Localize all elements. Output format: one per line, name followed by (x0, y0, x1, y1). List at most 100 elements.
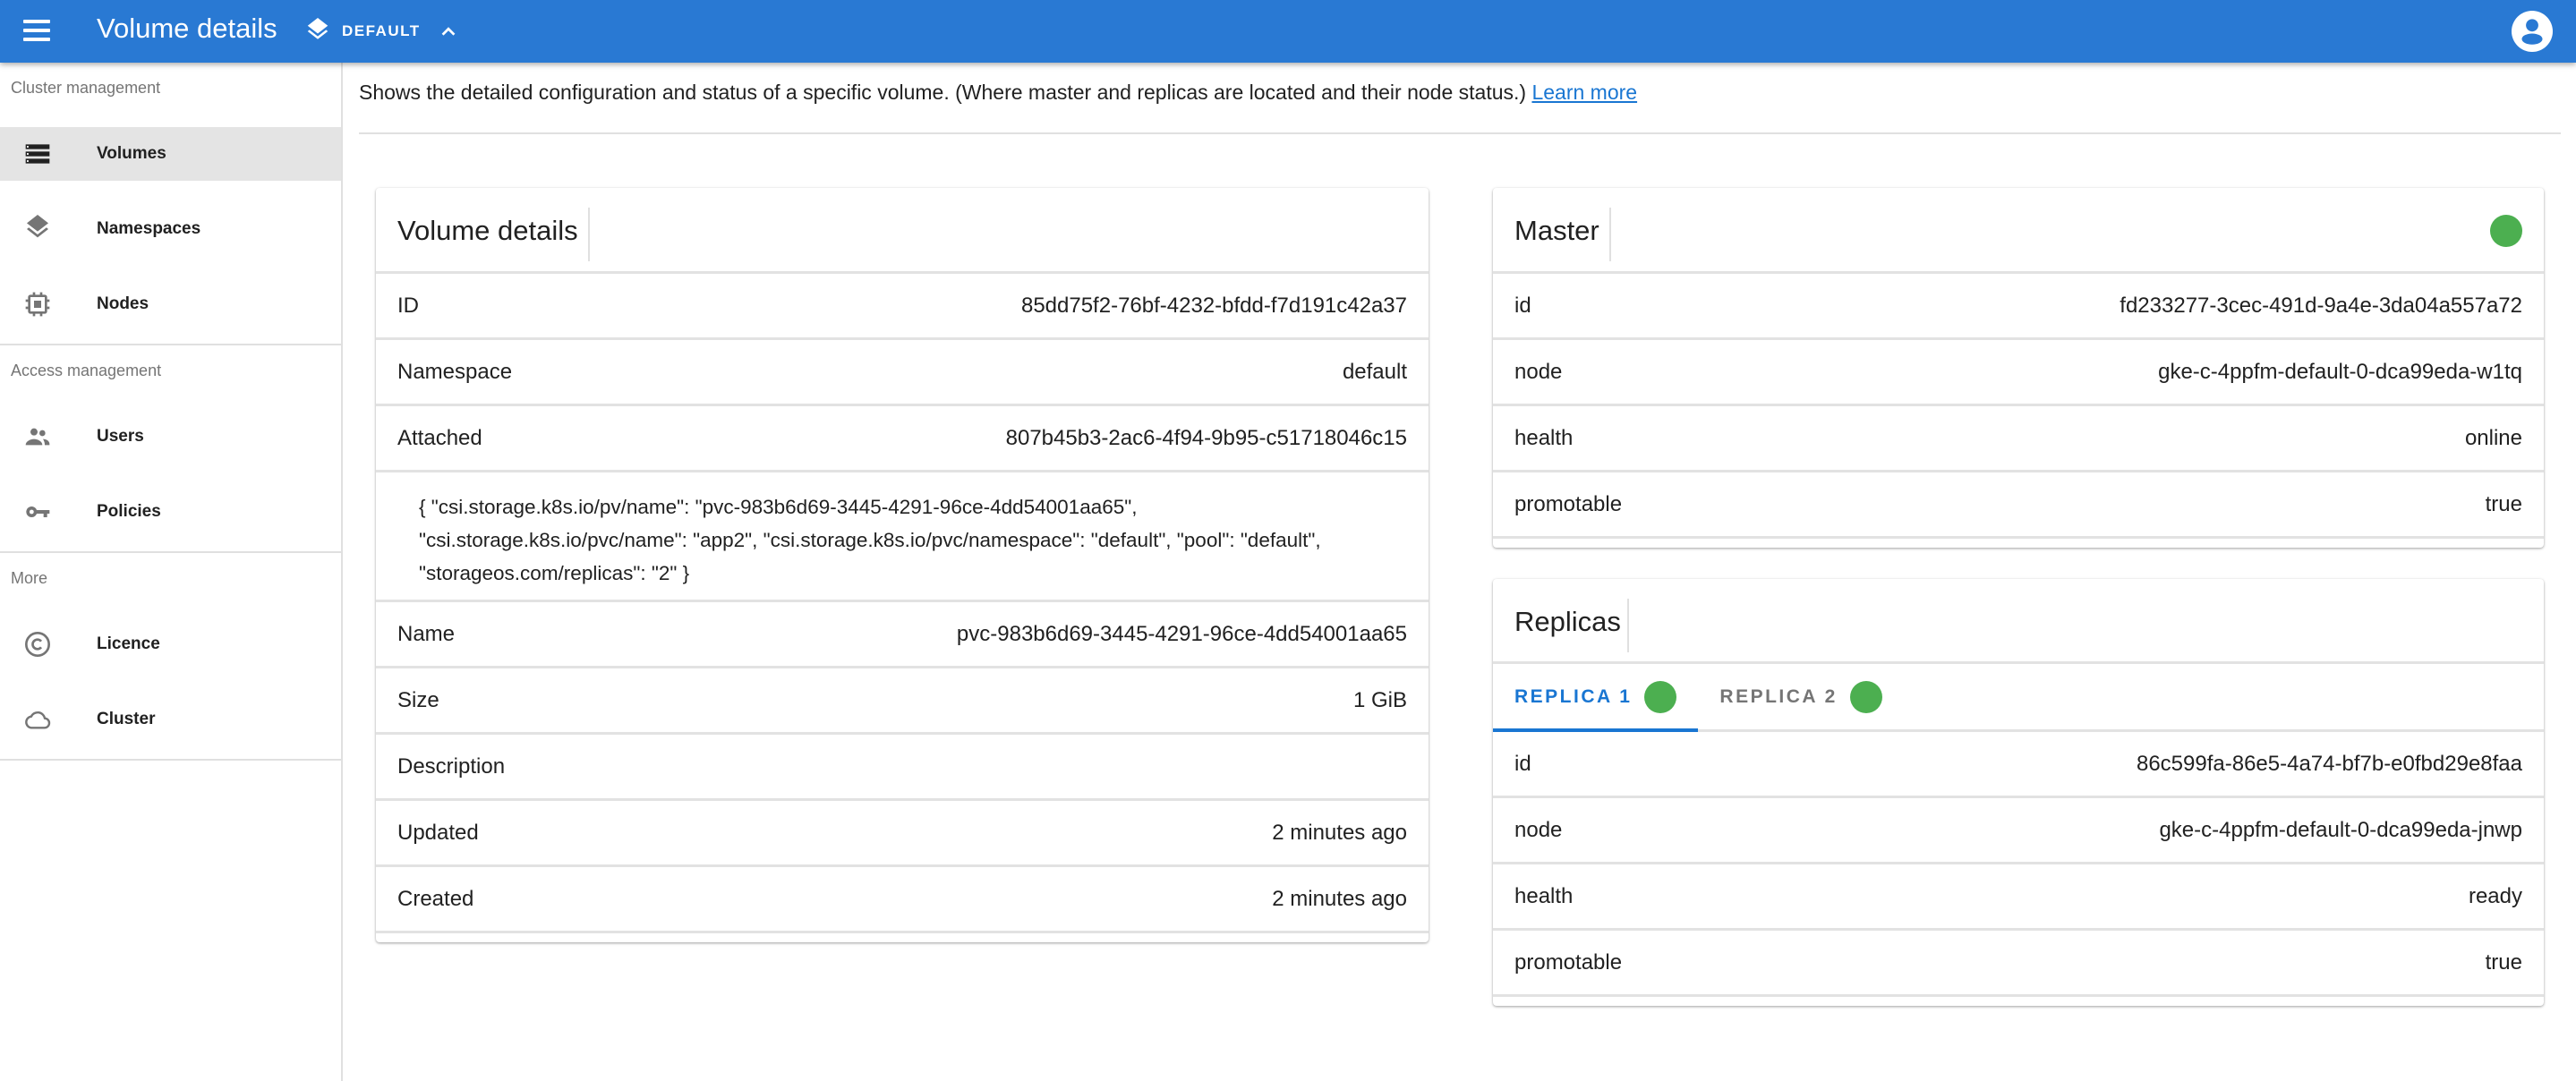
card-header: Master (1493, 188, 2544, 274)
account-icon[interactable] (2512, 11, 2553, 52)
row-value: pvc-983b6d69-3445-4291-96ce-4dd54001aa65 (956, 621, 1407, 646)
cloud-icon (25, 711, 51, 729)
master-row-health: health online (1493, 406, 2544, 472)
row-key: promotable (1514, 491, 1623, 516)
row-value: 1 GiB (1352, 687, 1407, 712)
row-value: gke-c-4ppfm-default-0-dca99eda-w1tq (2158, 359, 2522, 384)
layers-icon (307, 18, 328, 39)
row-value: 86c599fa-86e5-4a74-bf7b-e0fbd29e8faa (2136, 751, 2522, 776)
replica-row-id: id 86c599fa-86e5-4a74-bf7b-e0fbd29e8faa (1493, 732, 2544, 798)
detail-row-name: Name pvc-983b6d69-3445-4291-96ce-4dd54001… (376, 602, 1429, 668)
row-key: promotable (1514, 949, 1623, 975)
row-key: node (1514, 359, 1563, 384)
sidebar-item-label: Cluster (97, 710, 156, 728)
sidebar-item-label: Volumes (97, 144, 166, 163)
row-key: Created (397, 886, 474, 911)
key-icon (26, 506, 50, 517)
detail-row-created: Created 2 minutes ago (376, 867, 1429, 933)
page-title: Volume details (97, 13, 277, 44)
description-text: Shows the detailed configuration and sta… (359, 81, 1527, 104)
tab-replica-2[interactable]: REPLICA 2 (1698, 664, 1903, 729)
namespace-label: DEFAULT (342, 22, 421, 39)
sidebar: Cluster management Volumes Namespaces No… (0, 63, 343, 1081)
master-card: Master id fd233277-3cec-491d-9a4e-3da04a5… (1493, 188, 2544, 548)
title-separator (1627, 599, 1629, 652)
card-title: Replicas (1514, 606, 1621, 637)
page-description: Shows the detailed configuration and sta… (359, 81, 1637, 105)
copyright-icon (25, 632, 50, 657)
card-title: Master (1514, 215, 1599, 246)
replica-status-dot (1644, 680, 1677, 713)
row-value: fd233277-3cec-491d-9a4e-3da04a557a72 (2120, 293, 2522, 318)
card-footer (376, 933, 1429, 942)
row-value: 85dd75f2-76bf-4232-bfdd-f7d191c42a37 (1020, 293, 1407, 318)
sidebar-section-title: More (11, 569, 48, 587)
replica-status-dot (1849, 680, 1882, 713)
layers-icon (27, 215, 48, 238)
tab-label: REPLICA 2 (1719, 685, 1838, 707)
volume-labels: { "csi.storage.k8s.io/pv/name": "pvc-983… (376, 472, 1429, 602)
sidebar-item-volumes[interactable]: Volumes (0, 127, 341, 181)
sidebar-item-label: Nodes (97, 294, 149, 313)
people-icon (25, 428, 50, 446)
detail-row-size: Size 1 GiB (376, 668, 1429, 735)
master-row-promotable: promotable true (1493, 472, 2544, 539)
row-value: ready (2468, 883, 2522, 908)
main-content: Shows the detailed configuration and sta… (345, 63, 2576, 1081)
sidebar-item-namespaces[interactable]: Namespaces (0, 202, 341, 256)
tab-replica-1[interactable]: REPLICA 1 (1493, 664, 1699, 732)
card-footer (1493, 997, 2544, 1006)
sidebar-item-label: Users (97, 427, 144, 446)
row-value: default (1342, 359, 1407, 384)
detail-row-updated: Updated 2 minutes ago (376, 801, 1429, 867)
detail-row-id: ID 85dd75f2-76bf-4232-bfdd-f7d191c42a37 (376, 274, 1429, 340)
replica-row-health: health ready (1493, 864, 2544, 931)
card-header: Replicas (1493, 579, 2544, 664)
title-separator (588, 208, 590, 261)
volume-details-card: Volume details ID 85dd75f2-76bf-4232-bfdd… (376, 188, 1429, 942)
row-key: id (1514, 293, 1531, 318)
sidebar-item-nodes[interactable]: Nodes (0, 277, 341, 331)
master-status-dot (2490, 215, 2522, 247)
row-value: 2 minutes ago (1272, 820, 1407, 845)
sidebar-item-licence[interactable]: Licence (0, 617, 341, 671)
sidebar-section-title: Access management (11, 362, 162, 379)
learn-more-link[interactable]: Learn more (1531, 81, 1637, 104)
row-key: Attached (397, 425, 482, 450)
row-value: true (2485, 491, 2522, 516)
detail-row-namespace: Namespace default (376, 340, 1429, 406)
tab-label: REPLICA 1 (1514, 685, 1633, 707)
row-key: id (1514, 751, 1531, 776)
row-key: node (1514, 817, 1563, 842)
sidebar-item-cluster[interactable]: Cluster (0, 693, 341, 746)
row-key: Description (397, 753, 506, 779)
replicas-card: Replicas REPLICA 1 REPLICA 2 id 86c599fa-… (1493, 579, 2544, 1006)
row-key: health (1514, 425, 1574, 450)
card-header: Volume details (376, 188, 1429, 274)
sidebar-item-label: Licence (97, 634, 160, 653)
detail-row-attached: Attached 807b45b3-2ac6-4f94-9b95-c5171804… (376, 406, 1429, 472)
divider (359, 132, 2561, 134)
menu-icon[interactable] (23, 20, 50, 43)
row-value: 807b45b3-2ac6-4f94-9b95-c51718046c15 (1005, 425, 1407, 450)
namespace-selector[interactable]: DEFAULT (304, 16, 458, 47)
replica-row-node: node gke-c-4ppfm-default-0-dca99eda-jnwp (1493, 798, 2544, 864)
chevron-up-icon (441, 27, 456, 36)
chip-icon (25, 292, 50, 317)
card-title: Volume details (397, 215, 578, 246)
sidebar-item-label: Namespaces (97, 219, 201, 238)
replica-row-promotable: promotable true (1493, 931, 2544, 997)
title-separator (1609, 208, 1611, 261)
row-key: Namespace (397, 359, 513, 384)
app-bar: Volume details DEFAULT (0, 0, 2576, 63)
sidebar-divider (0, 759, 341, 761)
master-row-id: id fd233277-3cec-491d-9a4e-3da04a557a72 (1493, 274, 2544, 340)
sidebar-item-users[interactable]: Users (0, 410, 341, 464)
detail-row-description: Description (376, 735, 1429, 801)
row-key: Name (397, 621, 456, 646)
sidebar-item-label: Policies (97, 502, 161, 521)
row-key: ID (397, 293, 419, 318)
row-value: gke-c-4ppfm-default-0-dca99eda-jnwp (2159, 817, 2522, 842)
storage-icon (25, 144, 50, 164)
sidebar-item-policies[interactable]: Policies (0, 485, 341, 539)
